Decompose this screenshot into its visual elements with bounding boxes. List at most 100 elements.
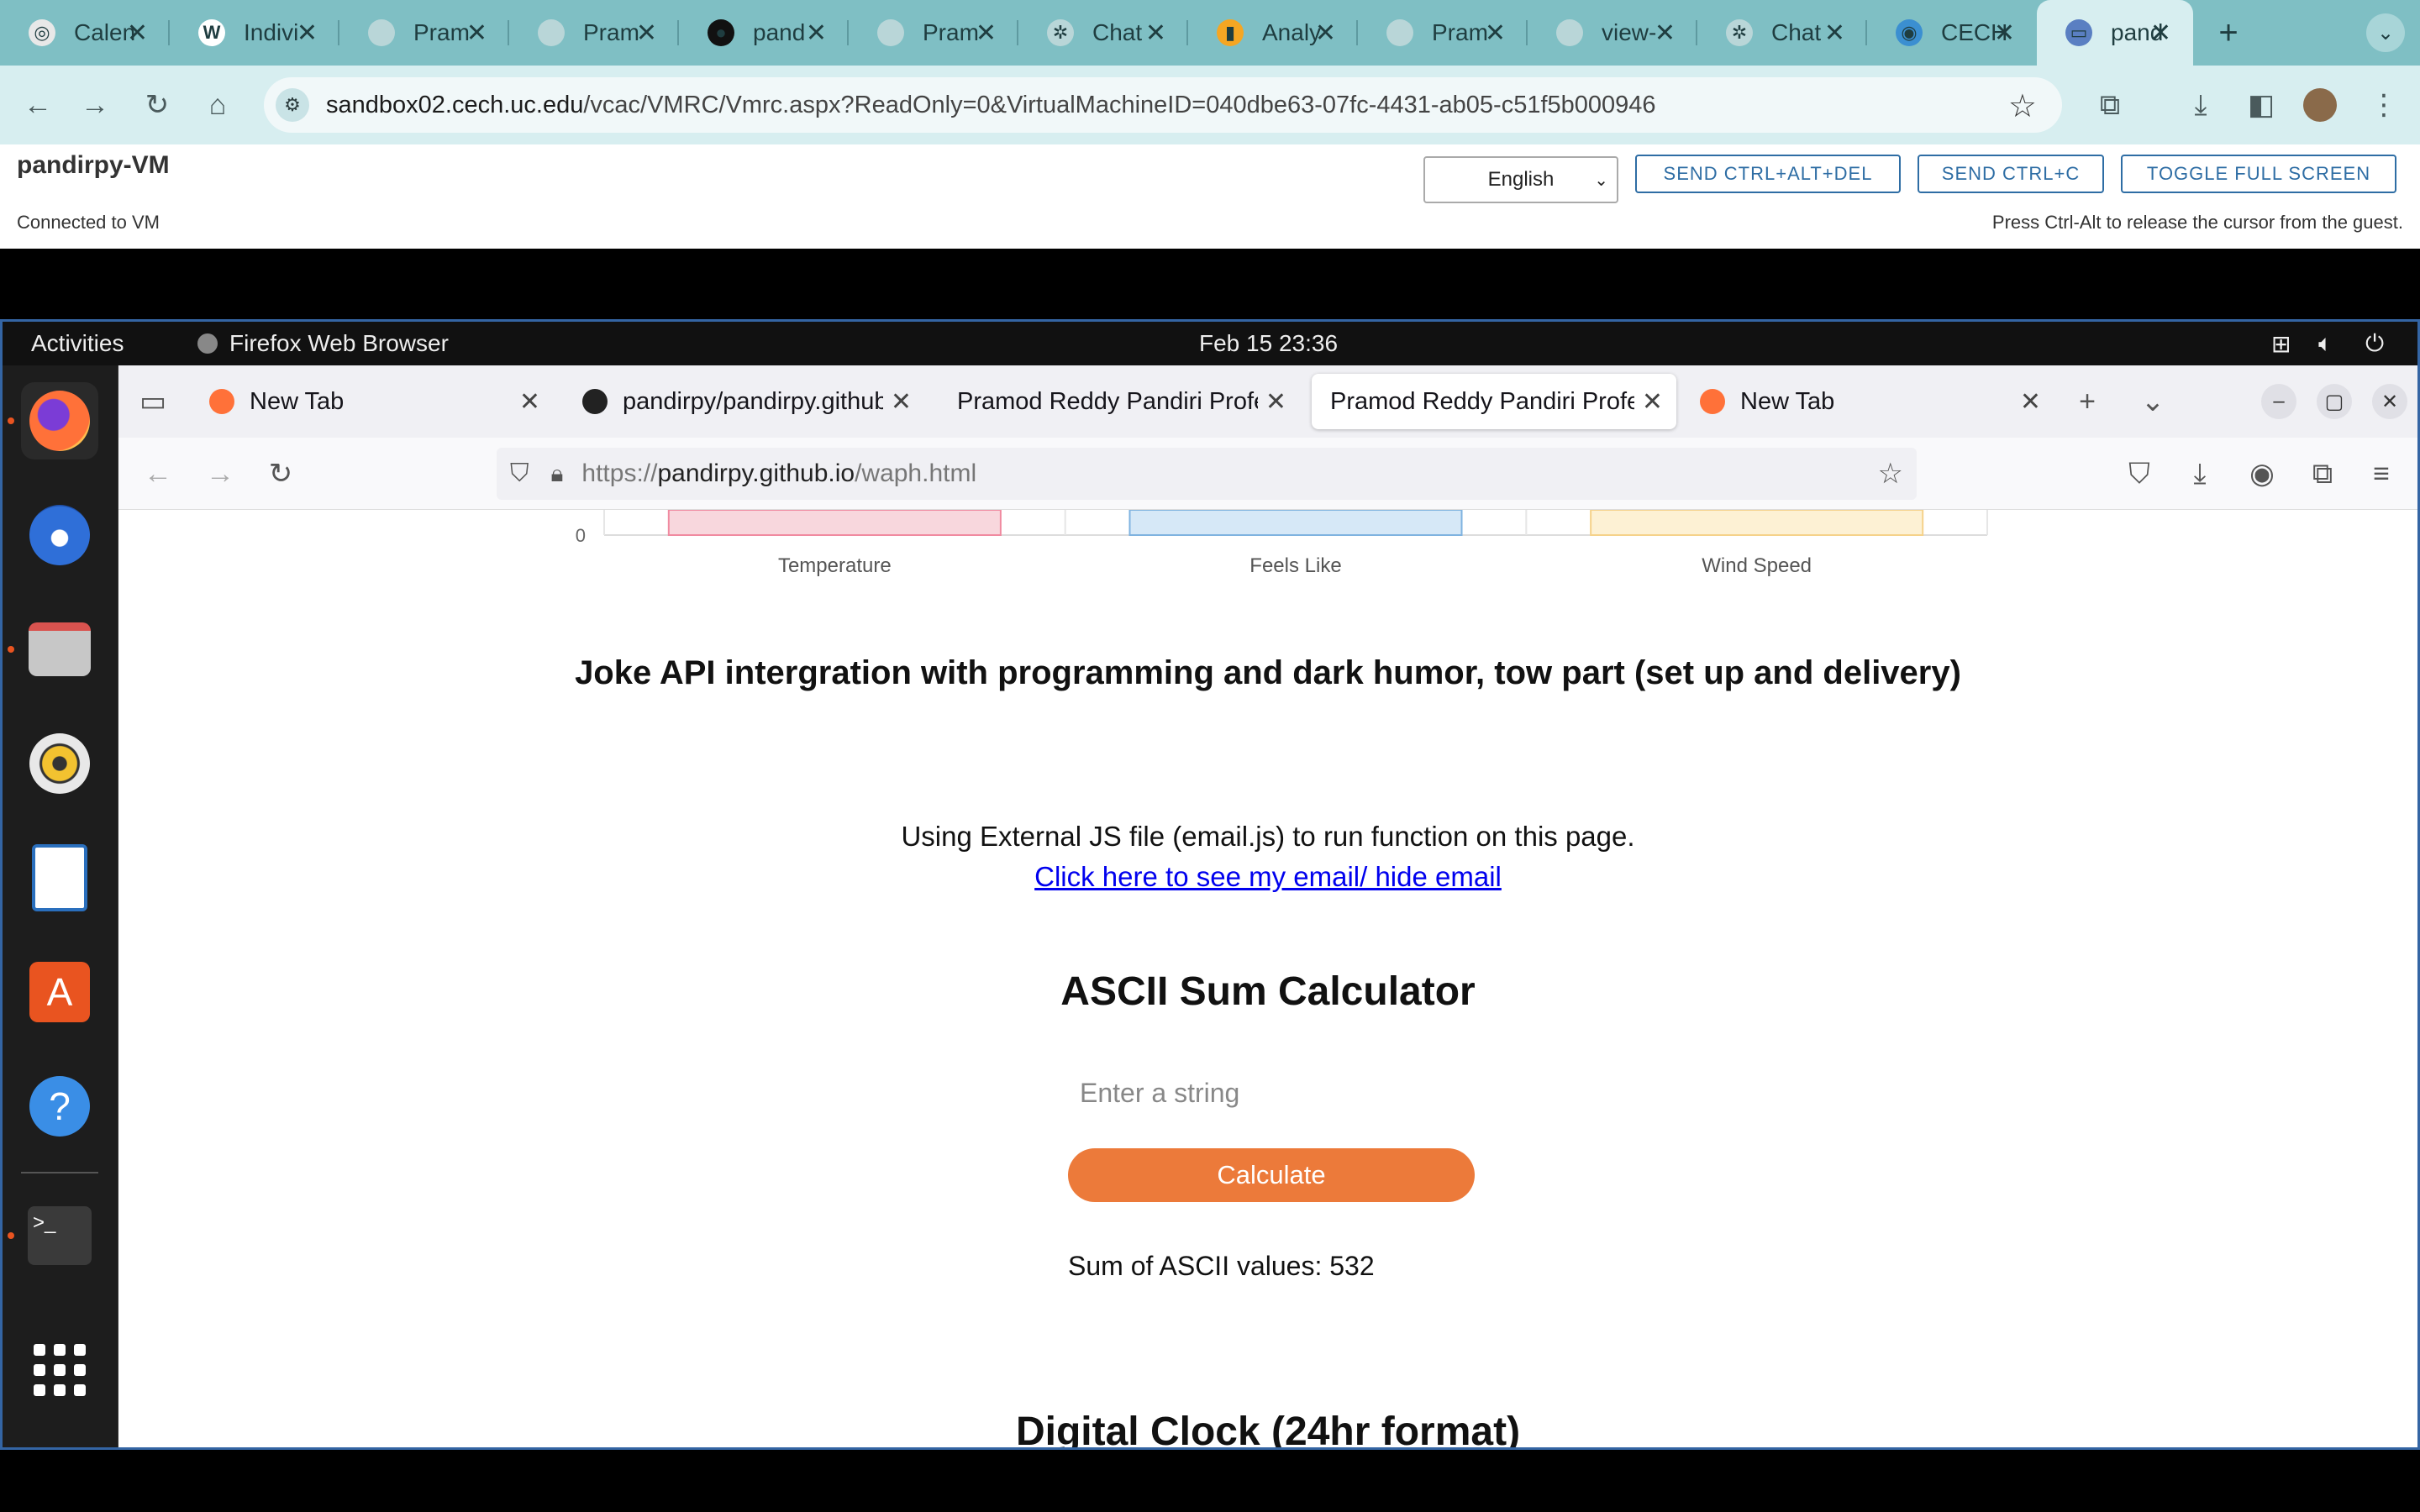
close-tab-icon[interactable]: ✕: [1642, 387, 1663, 417]
firefox-url-bar[interactable]: ⛉ 🔒︎ https://pandirpy.github.io/waph.htm…: [497, 448, 1917, 500]
app-center-icon[interactable]: A: [21, 953, 98, 1031]
new-tab-button[interactable]: +: [2203, 14, 2254, 52]
close-tab-icon[interactable]: ✕: [976, 18, 997, 48]
bookmark-star-icon[interactable]: ☆: [1878, 457, 1903, 491]
chrome-menu-icon[interactable]: ⋮: [2365, 86, 2403, 124]
site-settings-icon[interactable]: ⚙: [276, 88, 309, 122]
firefox-icon[interactable]: [21, 382, 98, 459]
power-icon[interactable]: ⏻: [2365, 330, 2384, 358]
address-url[interactable]: sandbox02.cech.uc.edu/vcac/VMRC/Vmrc.asp…: [326, 92, 1656, 119]
close-tab-icon[interactable]: ✕: [519, 387, 540, 417]
lock-icon[interactable]: 🔒︎: [551, 460, 564, 488]
close-tab-icon[interactable]: ✕: [1994, 18, 2015, 48]
close-tab-icon[interactable]: ✕: [1485, 18, 1506, 48]
forward-icon[interactable]: →: [203, 456, 238, 491]
extensions-icon[interactable]: ⧉: [2091, 86, 2129, 124]
firefox-tab[interactable]: New Tab ✕: [1681, 374, 2054, 429]
reload-icon[interactable]: ↻: [138, 86, 176, 124]
download-icon[interactable]: ⤓: [2181, 86, 2220, 124]
help-icon[interactable]: ?: [21, 1068, 98, 1145]
firefox-window: ▭ New Tab✕pandirpy/pandirpy.github.io✕Pr…: [118, 365, 2417, 1447]
close-tab-icon[interactable]: ✕: [297, 18, 318, 48]
browser-tab[interactable]: view- ✕: [1528, 0, 1697, 66]
side-panel-icon[interactable]: ◧: [2242, 86, 2281, 124]
app-menu[interactable]: Firefox Web Browser: [197, 330, 449, 357]
browser-tab[interactable]: ● pand ✕: [679, 0, 849, 66]
clock[interactable]: Feb 15 23:36: [1199, 330, 1338, 357]
close-tab-icon[interactable]: ✕: [1655, 18, 1676, 48]
x-tick-label: Wind Speed: [1702, 554, 1812, 577]
reload-icon[interactable]: ↻: [263, 456, 298, 491]
chart-bar: [667, 510, 1002, 536]
back-icon[interactable]: ←: [140, 456, 176, 491]
browser-tab[interactable]: ◎ Calen ✕: [0, 0, 170, 66]
list-all-tabs-icon[interactable]: ⌄: [2135, 384, 2170, 419]
vm-screen[interactable]: Activities Firefox Web Browser Feb 15 23…: [0, 319, 2420, 1450]
network-icon[interactable]: ⊞: [2271, 330, 2291, 358]
firefox-url-text[interactable]: https://pandirpy.github.io/waph.html: [581, 459, 976, 488]
send-ctrl-alt-del-button[interactable]: SEND CTRL+ALT+DEL: [1635, 155, 1901, 193]
account-icon[interactable]: ◉: [2244, 456, 2280, 491]
download-icon[interactable]: ⤓: [2182, 456, 2217, 491]
firefox-tab[interactable]: Pramod Reddy Pandiri Professional✕: [1312, 374, 1676, 429]
browser-tab[interactable]: ▮ Analy ✕: [1188, 0, 1358, 66]
firefox-view-icon[interactable]: ▭: [135, 384, 171, 419]
pocket-icon[interactable]: ⛉: [2122, 456, 2157, 491]
close-tab-icon[interactable]: ✕: [2150, 18, 2171, 48]
close-tab-icon[interactable]: ✕: [127, 18, 148, 48]
close-tab-icon[interactable]: ✕: [1315, 18, 1336, 48]
volume-icon[interactable]: 🔈︎: [2318, 330, 2333, 358]
send-ctrl-c-button[interactable]: SEND CTRL+C: [1918, 155, 2104, 193]
browser-tab[interactable]: Pram ✕: [339, 0, 509, 66]
bookmark-star-icon[interactable]: ☆: [2008, 87, 2037, 125]
language-select[interactable]: English ⌄: [1423, 156, 1618, 203]
extensions-icon[interactable]: ⧉: [2305, 456, 2340, 491]
browser-tab[interactable]: ✲ Chat ✕: [1018, 0, 1188, 66]
firefox-tab[interactable]: New Tab ✕: [191, 374, 554, 429]
close-tab-icon[interactable]: ✕: [891, 387, 912, 417]
new-tab-plus-icon[interactable]: +: [2070, 384, 2105, 419]
minimize-icon[interactable]: –: [2261, 384, 2296, 419]
browser-tab[interactable]: Pram ✕: [1358, 0, 1528, 66]
firefox-tab[interactable]: pandirpy/pandirpy.github.io ✕: [564, 374, 925, 429]
firefox-favicon-icon: [209, 389, 234, 414]
maximize-icon[interactable]: ▢: [2317, 384, 2352, 419]
browser-tab[interactable]: ▭ pand ✕: [2037, 0, 2193, 66]
tab-search-button[interactable]: ⌄: [2366, 13, 2405, 52]
browser-tab[interactable]: ✲ Chat ✕: [1697, 0, 1867, 66]
app-menu-icon[interactable]: ≡: [2364, 456, 2399, 491]
calculate-button[interactable]: Calculate: [1068, 1148, 1475, 1202]
toggle-full-screen-button[interactable]: TOGGLE FULL SCREEN: [2121, 155, 2396, 193]
browser-tab[interactable]: Pram ✕: [849, 0, 1018, 66]
close-tab-icon[interactable]: ✕: [1145, 18, 1166, 48]
tracking-protection-icon[interactable]: ⛉: [510, 459, 529, 488]
close-tab-icon[interactable]: ✕: [2020, 387, 2041, 417]
browser-tab[interactable]: W Indivi ✕: [170, 0, 339, 66]
tab-favicon-icon: ◉: [1896, 19, 1923, 46]
close-tab-icon[interactable]: ✕: [1265, 387, 1286, 417]
browser-tab[interactable]: ◉ CECH ✕: [1867, 0, 2037, 66]
home-icon[interactable]: ⌂: [198, 86, 237, 124]
email-link[interactable]: Click here to see my email/ hide email: [1034, 861, 1502, 892]
browser-tab[interactable]: Pram ✕: [509, 0, 679, 66]
thunderbird-icon[interactable]: [21, 496, 98, 574]
back-icon[interactable]: ←: [18, 86, 57, 124]
activities-button[interactable]: Activities: [31, 330, 124, 357]
ascii-string-input[interactable]: [1066, 1068, 1471, 1118]
files-icon[interactable]: [21, 611, 98, 688]
close-tab-icon[interactable]: ✕: [806, 18, 827, 48]
close-window-icon[interactable]: ✕: [2372, 384, 2407, 419]
address-bar[interactable]: ⚙ sandbox02.cech.uc.edu/vcac/VMRC/Vmrc.a…: [264, 77, 2062, 133]
rhythmbox-icon[interactable]: [21, 725, 98, 802]
firefox-tab[interactable]: Pramod Reddy Pandiri Professional✕: [939, 374, 1300, 429]
close-tab-icon[interactable]: ✕: [636, 18, 657, 48]
tab-favicon-icon: [368, 19, 395, 46]
show-apps-icon[interactable]: [21, 1331, 98, 1409]
forward-icon[interactable]: →: [76, 86, 114, 124]
terminal-icon[interactable]: >_: [21, 1197, 98, 1274]
profile-avatar[interactable]: [2301, 86, 2339, 124]
close-tab-icon[interactable]: ✕: [1824, 18, 1845, 48]
web-page-content: 0 Temperature Feels Like Wind Speed Joke AP…: [118, 510, 2417, 1447]
libreoffice-writer-icon[interactable]: [21, 839, 98, 916]
close-tab-icon[interactable]: ✕: [466, 18, 487, 48]
